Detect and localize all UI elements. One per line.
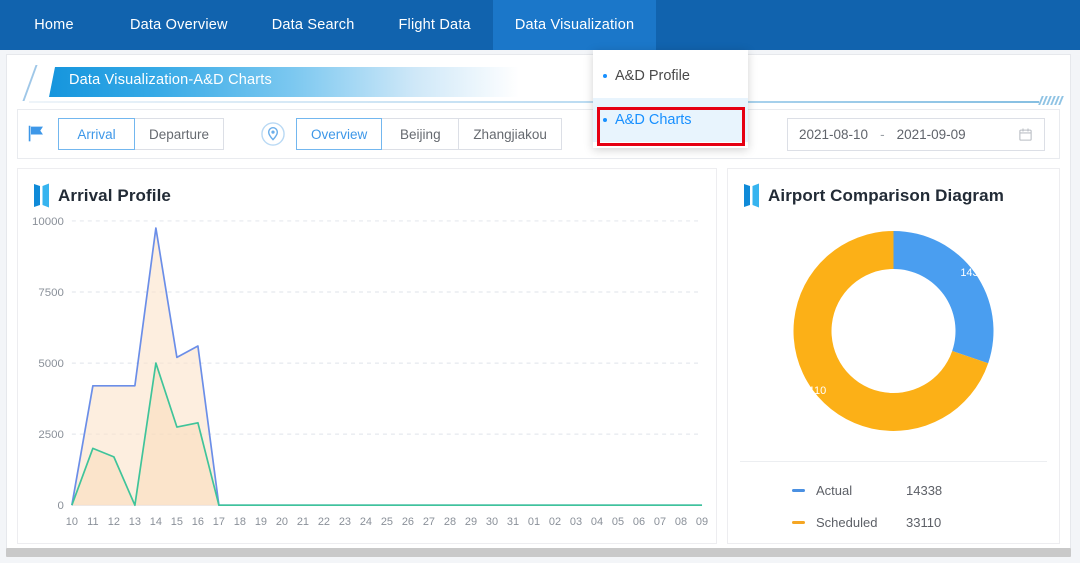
svg-text:02: 02 [549,516,561,528]
svg-text:06: 06 [633,516,645,528]
svg-text:7500: 7500 [38,287,63,299]
main-navigation-bar: Home Data Overview Data Search Flight Da… [0,0,1080,50]
bullet-icon [603,118,607,122]
date-range-start: 2021-08-10 [799,126,869,142]
svg-text:14338: 14338 [960,267,991,279]
nav-item-data-visualization[interactable]: Data Visualization [492,0,657,50]
dashboard-content: Arrival Profile 0 2500 5000 7500 10000 10 11 12… [17,168,1060,544]
airport-option-overview[interactable]: Overview [296,118,383,150]
nav-item-data-search[interactable]: Data Search [250,0,377,50]
svg-text:5000: 5000 [38,358,63,370]
date-range-separator: - [880,126,885,142]
legend-swatch-actual [792,488,805,492]
legend-label-scheduled: Scheduled [816,514,878,530]
title-divider-line [29,101,1039,103]
legend-swatch-scheduled [792,520,805,524]
direction-option-departure[interactable]: Departure [135,118,225,150]
bullet-icon [603,74,607,78]
airport-comparison-title: Airport Comparison Diagram [768,185,1004,205]
arrival-profile-title: Arrival Profile [58,185,171,205]
svg-text:05: 05 [612,516,624,528]
filter-toolbar: Arrival Departure Overview Beijing Zhang… [17,109,1060,159]
svg-text:24: 24 [360,516,372,528]
data-visualization-dropdown: A&D Profile A&D Charts [593,50,748,148]
svg-text:10: 10 [66,516,78,528]
page-title: Data Visualization-A&D Charts [69,72,272,88]
svg-text:14: 14 [150,516,162,528]
svg-text:09: 09 [696,516,708,528]
airport-option-beijing[interactable]: Beijing [382,118,460,150]
dropdown-item-ad-charts[interactable]: A&D Charts [593,98,748,142]
nav-item-flight-data[interactable]: Flight Data [377,0,493,50]
svg-text:0: 0 [58,500,64,512]
dropdown-item-ad-profile-label: A&D Profile [615,68,690,84]
airport-comparison-header: Airport Comparison Diagram [728,169,1059,208]
airport-option-zhangjiakou[interactable]: Zhangjiakou [459,118,562,150]
horizontal-scrollbar[interactable] [6,548,1071,557]
svg-text:11: 11 [87,516,98,528]
title-slant-decoration [22,65,54,101]
svg-text:10000: 10000 [32,216,64,228]
svg-text:27: 27 [423,516,435,528]
svg-text:13: 13 [129,516,141,528]
svg-text:03: 03 [570,516,582,528]
legend-label-actual: Actual [816,482,853,498]
date-range-picker[interactable]: 2021-08-10 - 2021-09-09 [787,117,1045,151]
legend-value-actual: 14338 [906,482,943,498]
svg-text:21: 21 [297,516,309,528]
ribbon-icon [744,183,759,208]
application-window: Home Data Overview Data Search Flight Da… [0,0,1080,563]
calendar-icon[interactable] [1018,127,1033,142]
arrival-profile-card: Arrival Profile 0 2500 5000 7500 10000 10 11 12… [17,168,717,544]
svg-text:19: 19 [255,516,267,528]
svg-text:17: 17 [213,516,225,528]
page-title-banner: Data Visualization-A&D Charts [7,55,1070,107]
svg-text:33110: 33110 [796,385,826,397]
direction-button-group: Arrival Departure [58,118,225,150]
nav-item-home[interactable]: Home [0,0,108,50]
svg-text:30: 30 [486,516,498,528]
flag-icon [28,125,43,142]
svg-text:29: 29 [465,516,477,528]
airport-button-group: Overview Beijing Zhangjiakou [296,118,562,150]
svg-text:25: 25 [381,516,393,528]
content-frame: Data Visualization-A&D Charts Arrival De… [6,54,1071,549]
svg-text:2500: 2500 [38,429,63,441]
svg-text:08: 08 [675,516,687,528]
arrival-profile-header: Arrival Profile [18,169,716,208]
title-hatch-decoration [1038,96,1064,105]
date-range-end: 2021-09-09 [896,126,966,142]
horizontal-scrollbar-thumb[interactable] [6,548,1071,557]
ribbon-icon [34,183,49,208]
airport-comparison-card: Airport Comparison Diagram 14338 33110 Ac… [727,168,1060,544]
location-pin-icon [261,122,285,146]
svg-text:22: 22 [318,516,330,528]
page-body: Data Visualization-A&D Charts Arrival De… [0,50,1080,563]
svg-text:26: 26 [402,516,414,528]
svg-text:15: 15 [171,516,183,528]
svg-text:16: 16 [192,516,204,528]
donut-chart-svg: 14338 33110 [793,231,994,431]
svg-text:12: 12 [108,516,120,528]
svg-text:01: 01 [528,516,540,528]
nav-item-data-overview[interactable]: Data Overview [108,0,250,50]
svg-text:04: 04 [591,516,603,528]
svg-text:23: 23 [339,516,351,528]
arrival-profile-chart: 0 2500 5000 7500 10000 10 11 12 13 14 15 16 17 18 19 20… [26,211,708,539]
area-chart-svg: 0 2500 5000 7500 10000 10 11 12 13 14 15 16 17 18 19 20… [32,216,708,528]
donut-legend: Actual 14338 Scheduled 33110 [740,461,1047,539]
svg-text:31: 31 [507,516,519,528]
legend-item-scheduled[interactable]: Scheduled 33110 [740,506,1047,538]
svg-text:28: 28 [444,516,456,528]
direction-option-arrival[interactable]: Arrival [58,118,135,150]
svg-text:07: 07 [654,516,666,528]
dropdown-item-ad-charts-label: A&D Charts [615,112,692,128]
svg-text:18: 18 [234,516,246,528]
legend-value-scheduled: 33110 [906,514,942,530]
dropdown-item-ad-profile[interactable]: A&D Profile [593,54,748,98]
legend-item-actual[interactable]: Actual 14338 [740,474,1047,506]
svg-text:20: 20 [276,516,288,528]
